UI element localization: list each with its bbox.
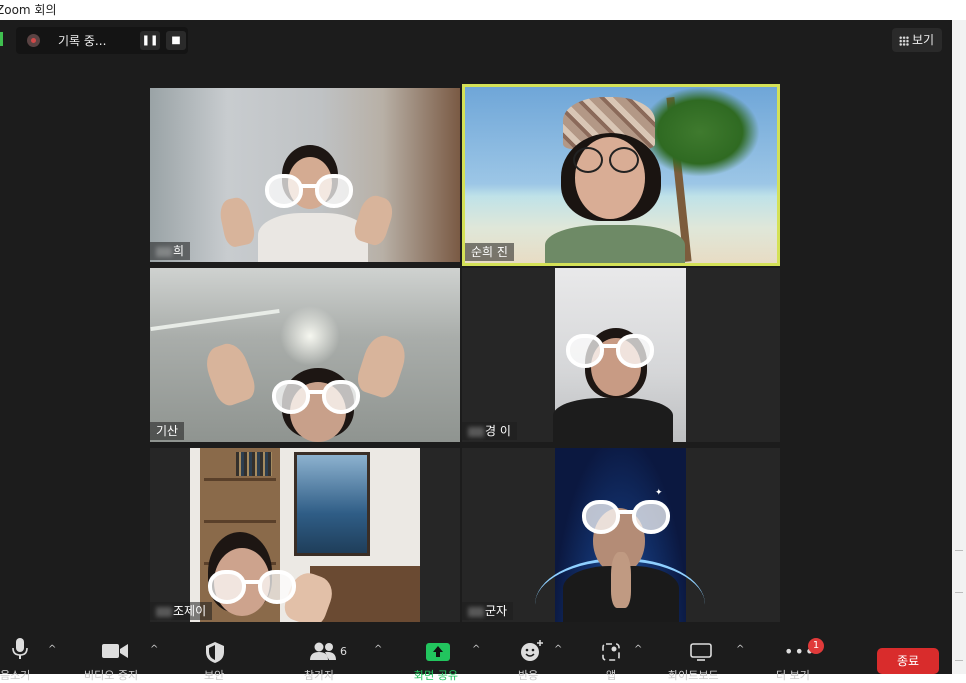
record-icon	[27, 34, 40, 47]
participant-name: 조제이	[150, 602, 213, 620]
mute-label: 음소거	[0, 669, 31, 682]
video-tile-active-speaker[interactable]: 순희 진	[462, 84, 780, 266]
view-button[interactable]: 보기	[892, 28, 942, 52]
video-tile[interactable]: 조제이	[150, 448, 460, 622]
window-title: Zoom 회의	[0, 3, 57, 17]
participant-name: 희	[150, 242, 191, 260]
video-tile[interactable]: 희	[150, 88, 460, 262]
reactions-button[interactable]: ^ 반응	[512, 630, 572, 682]
apps-label: 앱	[606, 669, 617, 682]
whiteboard-icon	[690, 643, 712, 661]
pause-icon: ❚❚	[141, 35, 159, 46]
security-button[interactable]: 보안	[196, 630, 246, 682]
mute-button[interactable]: ^ 음소거	[0, 630, 62, 682]
grid-icon	[899, 36, 909, 46]
participant-video	[545, 97, 685, 263]
share-screen-button[interactable]: ^ 화면 공유	[412, 630, 492, 682]
stop-recording-button[interactable]: ■	[166, 31, 186, 50]
microphone-icon	[12, 638, 28, 659]
participant-name: 순희 진	[465, 243, 514, 261]
sunglasses-filter-icon	[208, 570, 296, 608]
apps-button[interactable]: ^ 앱	[592, 630, 652, 682]
sunglasses-filter-icon	[272, 380, 360, 418]
participants-icon	[310, 642, 336, 660]
chevron-up-icon[interactable]: ^	[472, 644, 480, 655]
video-camera-icon	[102, 644, 128, 658]
video-tile[interactable]: ✦ 군자	[462, 448, 780, 622]
apps-icon	[602, 643, 620, 661]
participant-name: 군자	[462, 602, 514, 620]
security-label: 보안	[204, 669, 225, 682]
participant-count: 6	[340, 645, 347, 658]
end-meeting-button[interactable]: 종료	[877, 648, 939, 674]
recording-label: 기록 중...	[58, 34, 107, 48]
notification-badge: 1	[808, 638, 824, 654]
meeting-toolbar: ^ 음소거 ^ 비디오 중지 보안 6 ^ 참가자 ^ 화면 공유 ^ 반응 ^…	[0, 630, 952, 682]
pause-recording-button[interactable]: ❚❚	[140, 31, 160, 50]
participant-name: 기산	[150, 422, 185, 440]
share-screen-label: 화면 공유	[414, 669, 458, 682]
reactions-label: 반응	[518, 669, 539, 682]
video-tile[interactable]: 기산	[150, 268, 460, 442]
share-screen-icon	[426, 643, 450, 661]
stop-icon: ■	[171, 35, 181, 46]
chevron-up-icon[interactable]: ^	[736, 644, 744, 655]
chevron-up-icon[interactable]: ^	[150, 644, 158, 655]
participant-name: 경 이	[462, 422, 517, 440]
chevron-up-icon[interactable]: ^	[374, 644, 382, 655]
status-indicator	[0, 32, 3, 46]
reaction-icon	[521, 640, 543, 661]
more-label: 더 보기	[776, 669, 810, 682]
side-panel-edge	[952, 20, 966, 674]
window-titlebar: Zoom 회의	[0, 0, 966, 20]
video-tile[interactable]: 경 이	[462, 268, 780, 442]
view-label: 보기	[912, 33, 935, 47]
shield-icon	[206, 642, 224, 663]
stop-video-label: 비디오 중지	[84, 669, 139, 682]
sunglasses-filter-icon	[582, 500, 670, 538]
whiteboard-label: 화이트보드	[668, 669, 719, 682]
chevron-up-icon[interactable]: ^	[48, 644, 56, 655]
participants-button[interactable]: 6 ^ 참가자	[304, 630, 388, 682]
whiteboard-button[interactable]: ^ 화이트보드	[668, 630, 754, 682]
sunglasses-filter-icon	[265, 174, 353, 212]
chevron-up-icon[interactable]: ^	[634, 644, 642, 655]
stop-video-button[interactable]: ^ 비디오 중지	[84, 630, 164, 682]
sunglasses-filter-icon	[566, 334, 654, 372]
participants-label: 참가자	[304, 669, 335, 682]
meeting-area: 기록 중... ❚❚ ■ 보기 희 순희 진 기산 경 이 조제이 ✦ 군자	[0, 20, 952, 674]
recording-indicator: 기록 중... ❚❚ ■	[16, 27, 188, 54]
chevron-up-icon[interactable]: ^	[554, 644, 562, 655]
